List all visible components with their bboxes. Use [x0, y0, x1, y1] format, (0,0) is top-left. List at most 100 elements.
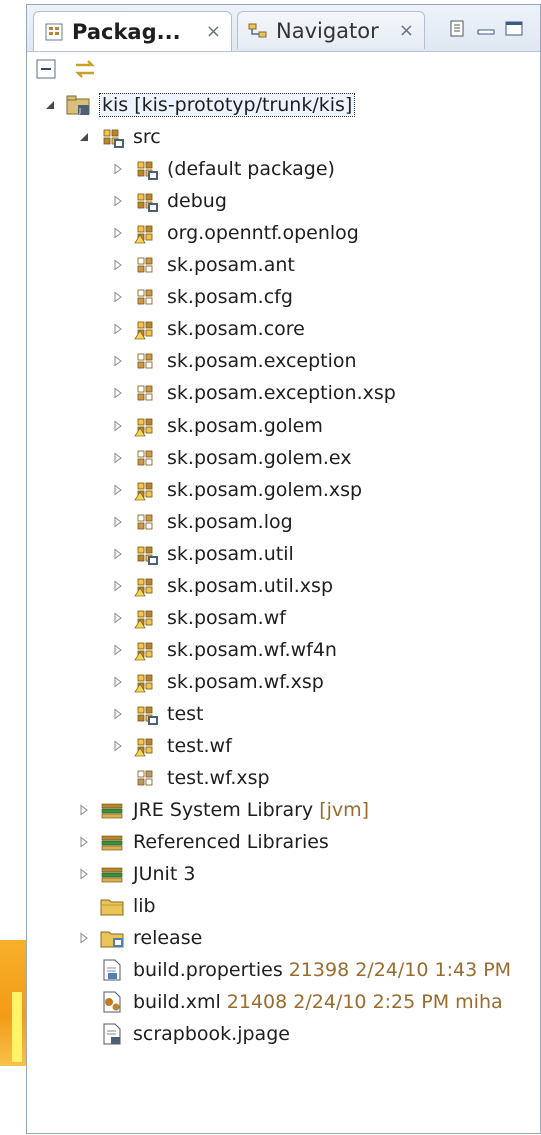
expand-arrow-icon[interactable] — [111, 579, 125, 593]
tree-item-folder[interactable]: release — [77, 922, 202, 954]
tree-item-package[interactable]: (default package) — [111, 153, 335, 185]
navigator-icon — [248, 23, 267, 37]
tree-item-package[interactable]: sk.posam.exception.xsp — [111, 377, 396, 409]
expand-arrow-icon[interactable] — [111, 675, 125, 689]
tree-item-package[interactable]: sk.posam.ant — [111, 249, 295, 281]
expand-arrow-icon[interactable] — [77, 867, 91, 881]
tree-item-package[interactable]: sk.posam.golem — [111, 410, 323, 442]
tree-item-decoration: 21398 2/24/10 1:43 PM — [288, 959, 512, 982]
expand-arrow-icon[interactable] — [111, 707, 125, 721]
tree-item-label: JUnit 3 — [133, 863, 196, 886]
tree-item-package[interactable]: test.wf.xsp — [111, 762, 270, 794]
tree-item-library[interactable]: JRE System Library [jvm] — [77, 794, 369, 826]
tree-item-library[interactable]: Referenced Libraries — [77, 826, 329, 858]
triangle-collapsed-icon — [114, 259, 122, 271]
tree-item-package[interactable]: sk.posam.wf.xsp — [111, 666, 324, 698]
tree-item-label: test.wf.xsp — [167, 767, 270, 790]
tree-item-package[interactable]: sk.posam.wf.wf4n — [111, 634, 337, 666]
expand-arrow-icon[interactable] — [111, 611, 125, 625]
close-icon[interactable]: × — [399, 20, 414, 41]
expand-arrow-icon[interactable] — [111, 451, 125, 465]
tree-item-label: build.xml — [133, 991, 221, 1014]
empty-package-icon — [137, 770, 153, 786]
minimize-icon[interactable] — [475, 19, 497, 39]
expand-arrow-icon[interactable] — [111, 515, 125, 529]
triangle-expanded-icon — [80, 133, 88, 142]
tree-item-package[interactable]: sk.posam.golem.ex — [111, 442, 352, 474]
triangle-collapsed-icon — [114, 387, 122, 399]
tree-item-src[interactable]: src — [77, 121, 161, 153]
tree-item-label: sk.posam.exception — [167, 350, 357, 373]
expand-arrow-icon[interactable] — [77, 835, 91, 849]
expand-arrow-icon[interactable] — [77, 803, 91, 817]
package-icon — [134, 321, 153, 340]
expand-arrow-icon[interactable] — [111, 643, 125, 657]
ant-build-file-icon — [103, 991, 121, 1013]
expand-arrow-icon[interactable] — [111, 739, 125, 753]
tree-item-label: sk.posam.exception.xsp — [167, 382, 396, 405]
triangle-collapsed-icon — [114, 355, 122, 367]
expand-arrow-icon[interactable] — [111, 354, 125, 368]
maximize-icon[interactable] — [503, 19, 525, 39]
tree-item-package[interactable]: sk.posam.exception — [111, 345, 357, 377]
tree-item-label: debug — [167, 190, 227, 213]
tree-item-file[interactable]: build.xml 21408 2/24/10 2:25 PM miha — [77, 986, 503, 1018]
source-folder-icon — [103, 129, 124, 149]
package-icon — [137, 193, 158, 213]
tree-item-label: sk.posam.wf.wf4n — [167, 638, 337, 661]
collapse-all-icon[interactable] — [35, 58, 59, 80]
tree-item-package[interactable]: sk.posam.cfg — [111, 281, 293, 313]
expand-arrow-icon[interactable] — [111, 419, 125, 433]
tree-item-label: sk.posam.log — [167, 510, 293, 533]
tree-item-project[interactable]: Jkis [kis-prototyp/trunk/kis] — [43, 89, 356, 121]
expand-arrow-icon[interactable] — [111, 162, 125, 176]
expand-arrow-icon[interactable] — [111, 547, 125, 561]
tree-item-package[interactable]: sk.posam.log — [111, 506, 293, 538]
tree-item-package[interactable]: sk.posam.golem.xsp — [111, 474, 362, 506]
tree-item-package[interactable]: org.openntf.openlog — [111, 217, 359, 249]
tree-item-package[interactable]: sk.posam.util.xsp — [111, 570, 333, 602]
link-with-editor-icon[interactable] — [73, 58, 97, 80]
tree-item-package[interactable]: sk.posam.core — [111, 313, 305, 345]
expand-arrow-icon[interactable] — [111, 194, 125, 208]
expand-arrow-icon[interactable] — [111, 258, 125, 272]
view-menu-icon[interactable] — [447, 19, 469, 39]
expand-arrow-icon[interactable] — [111, 322, 125, 336]
tab-navigator[interactable]: Navigator × — [237, 11, 425, 49]
empty-package-icon — [137, 386, 153, 401]
triangle-collapsed-icon — [80, 932, 88, 944]
collapse-arrow-icon[interactable] — [77, 130, 91, 144]
expand-arrow-icon[interactable] — [111, 290, 125, 304]
tree-item-package[interactable]: sk.posam.util — [111, 538, 294, 570]
view-toolbar — [27, 52, 540, 86]
tree-item-label: sk.posam.ant — [167, 254, 295, 277]
triangle-collapsed-icon — [80, 804, 88, 816]
tree-item-file[interactable]: scrapbook.jpage — [77, 1018, 290, 1050]
tree-item-package[interactable]: test.wf — [111, 730, 232, 762]
library-icon — [101, 803, 123, 819]
collapse-arrow-icon[interactable] — [43, 98, 57, 112]
tree-item-label: Referenced Libraries — [133, 831, 329, 854]
triangle-collapsed-icon — [114, 516, 122, 528]
expand-arrow-icon[interactable] — [111, 226, 125, 240]
package-icon — [137, 706, 158, 725]
triangle-collapsed-icon — [114, 227, 122, 239]
tree-item-label: src — [133, 126, 161, 149]
tree-item-label: sk.posam.golem.ex — [167, 446, 352, 469]
expand-arrow-icon[interactable] — [111, 483, 125, 497]
close-icon[interactable]: × — [206, 21, 221, 42]
tab-package-explorer[interactable]: Packag... × — [33, 11, 232, 51]
tree-item-package[interactable]: sk.posam.wf — [111, 602, 286, 634]
tree-item-package[interactable]: debug — [111, 185, 227, 217]
package-icon — [134, 610, 153, 629]
tree-item-file[interactable]: build.properties 21398 2/24/10 1:43 PM — [77, 954, 511, 986]
expand-arrow-icon[interactable] — [111, 386, 125, 400]
tree-item-package[interactable]: test — [111, 698, 204, 730]
tree-item-library[interactable]: JUnit 3 — [77, 858, 195, 890]
tree-item-folder[interactable]: lib — [77, 890, 156, 922]
package-icon — [137, 546, 158, 565]
expand-arrow-icon[interactable] — [77, 931, 91, 945]
triangle-collapsed-icon — [114, 452, 122, 464]
package-icon — [134, 642, 153, 661]
